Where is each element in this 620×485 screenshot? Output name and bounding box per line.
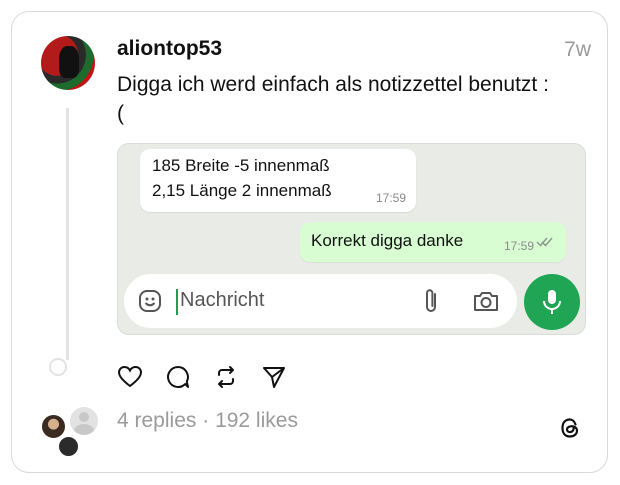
incoming-message-line1: 185 Breite -5 innenmaß	[152, 156, 330, 175]
replier-avatar-small[interactable]	[57, 435, 80, 458]
message-input[interactable]: Nachricht	[180, 289, 264, 312]
post-time: 7w	[564, 38, 591, 61]
camera-icon[interactable]	[472, 288, 500, 314]
username[interactable]: aliontop53	[117, 37, 222, 61]
stats-separator: ·	[196, 409, 216, 432]
outgoing-message-text: Korrekt digga danke	[311, 231, 464, 250]
repost-icon[interactable]	[213, 364, 239, 390]
likes-count[interactable]: 192 likes	[215, 409, 298, 432]
post-caption: Digga ich werd einfach als notizzettel b…	[117, 73, 549, 125]
replies-count[interactable]: 4 replies	[117, 409, 196, 432]
share-icon[interactable]	[261, 364, 287, 390]
outgoing-message-time: 17:59	[503, 239, 534, 253]
outgoing-message: Korrekt digga danke 17:59	[300, 222, 566, 262]
threads-logo-icon[interactable]	[557, 415, 583, 441]
thread-line	[66, 108, 69, 360]
incoming-message-line2: 2,15 Länge 2 innenmaß	[152, 181, 332, 200]
attach-icon[interactable]	[422, 287, 440, 315]
incoming-message: 185 Breite -5 innenmaß 2,15 Länge 2 inne…	[140, 149, 416, 212]
comment-icon[interactable]	[165, 364, 191, 390]
mic-button[interactable]	[524, 274, 580, 330]
emoji-icon[interactable]	[138, 289, 162, 313]
post-stats: 4 replies · 192 likes	[117, 409, 298, 433]
message-input-bar[interactable]: Nachricht	[124, 274, 517, 328]
incoming-message-time: 17:59	[375, 191, 406, 205]
mic-icon	[543, 290, 561, 314]
chat-screenshot[interactable]: 185 Breite -5 innenmaß 2,15 Länge 2 inne…	[117, 143, 586, 335]
replier-avatar-default[interactable]	[68, 405, 100, 437]
heart-icon[interactable]	[117, 364, 143, 390]
thread-curl	[49, 358, 67, 376]
text-cursor	[176, 289, 178, 315]
avatar[interactable]	[41, 36, 95, 90]
double-check-icon	[536, 237, 553, 247]
